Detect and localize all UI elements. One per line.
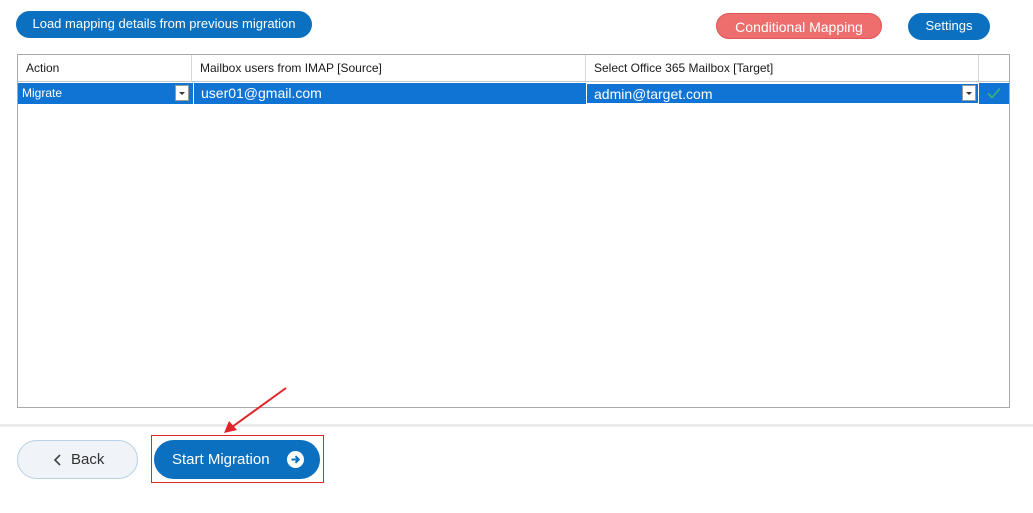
mapping-panel: Load mapping details from previous migra… bbox=[0, 0, 1033, 424]
action-dropdown[interactable]: Migrate bbox=[18, 83, 192, 104]
target-mailbox-value: admin@target.com bbox=[594, 86, 713, 102]
conditional-mapping-button[interactable]: Conditional Mapping bbox=[716, 13, 882, 39]
panel-divider bbox=[0, 424, 1033, 427]
action-value: Migrate bbox=[22, 86, 63, 100]
arrow-right-circle-icon bbox=[287, 451, 304, 468]
source-mailbox-value: user01@gmail.com bbox=[201, 85, 322, 101]
column-header-status bbox=[979, 55, 1009, 82]
table-row[interactable]: Migrate user01@gmail.com admin@target.co… bbox=[18, 83, 1009, 104]
column-header-target[interactable]: Select Office 365 Mailbox [Target] bbox=[586, 55, 979, 82]
mapping-grid: Action Mailbox users from IMAP [Source] … bbox=[17, 54, 1010, 408]
chevron-left-icon bbox=[53, 454, 61, 466]
check-icon bbox=[987, 87, 1001, 99]
start-migration-label: Start Migration bbox=[172, 451, 270, 468]
chevron-down-icon[interactable] bbox=[175, 85, 189, 101]
migration-mapping-screen: Load mapping details from previous migra… bbox=[0, 0, 1033, 513]
source-mailbox-cell[interactable]: user01@gmail.com bbox=[193, 83, 586, 104]
annotation-arrow-icon bbox=[224, 387, 287, 433]
grid-header: Action Mailbox users from IMAP [Source] … bbox=[18, 55, 1009, 82]
status-cell bbox=[979, 83, 1009, 104]
back-button[interactable]: Back bbox=[17, 440, 138, 479]
back-label: Back bbox=[71, 451, 105, 468]
target-mailbox-dropdown[interactable]: admin@target.com bbox=[586, 83, 979, 104]
chevron-down-icon[interactable] bbox=[962, 85, 976, 101]
column-header-source[interactable]: Mailbox users from IMAP [Source] bbox=[192, 55, 586, 82]
settings-button[interactable]: Settings bbox=[908, 13, 990, 40]
load-previous-mapping-button[interactable]: Load mapping details from previous migra… bbox=[16, 11, 312, 38]
start-migration-button[interactable]: Start Migration bbox=[154, 440, 320, 479]
column-header-action[interactable]: Action bbox=[18, 55, 192, 82]
